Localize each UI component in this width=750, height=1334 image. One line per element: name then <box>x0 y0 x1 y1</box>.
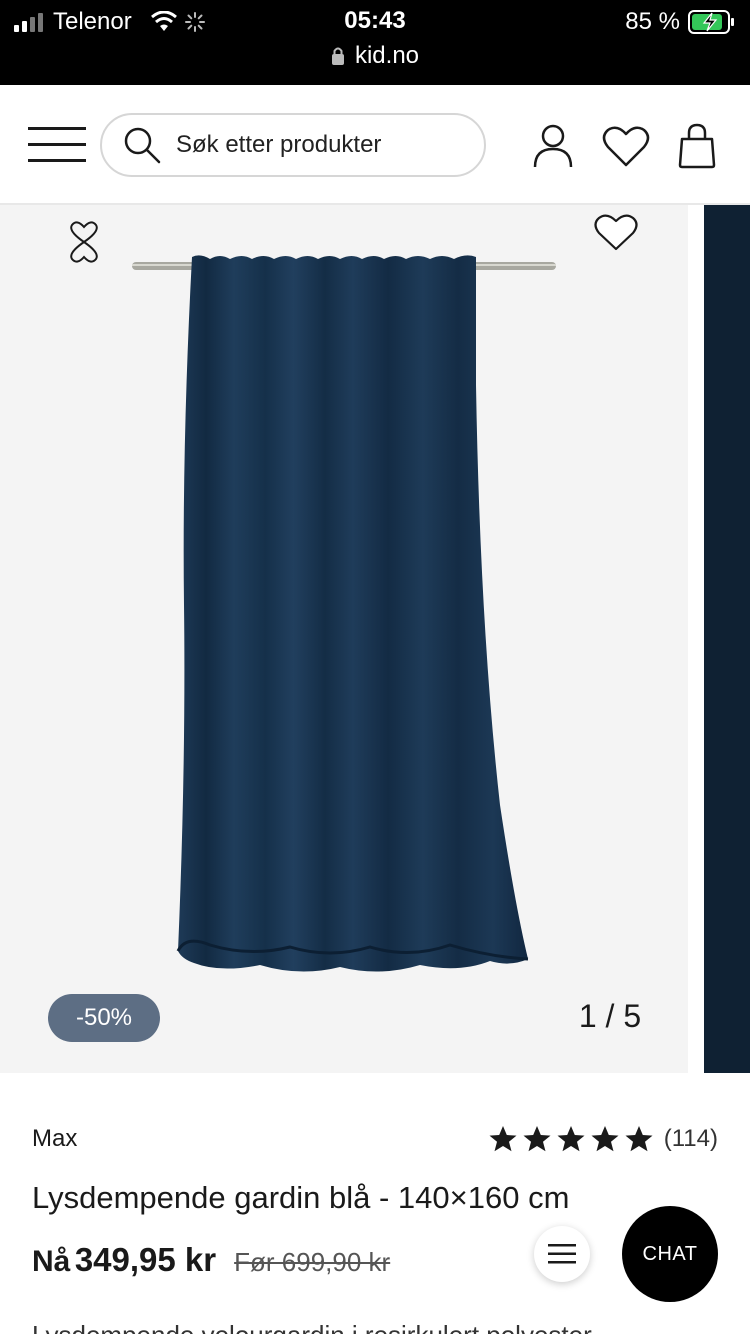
slide-counter: 1 / 5 <box>578 998 642 1034</box>
status-bar: Telenor 05:43 kid.no 85 % <box>0 0 750 85</box>
url-text: kid.no <box>354 42 420 69</box>
price-now-label: Nå <box>32 1245 71 1278</box>
product-description: Lysdempende velourgardin i resirkulert p… <box>32 1320 592 1334</box>
price-row: Nå 349,95 kr Før 699,90 kr <box>32 1241 390 1279</box>
discount-badge: -50% <box>48 994 160 1042</box>
site-header: Søk etter produkter <box>0 85 750 205</box>
account-icon[interactable] <box>532 123 574 169</box>
review-count: (114) <box>663 1125 718 1152</box>
floating-menu-button[interactable] <box>534 1226 590 1282</box>
price-before: Før 699,90 kr <box>234 1247 391 1277</box>
address-bar[interactable]: kid.no <box>0 42 750 70</box>
wishlist-heart-icon[interactable] <box>602 125 650 167</box>
brand-logo-icon <box>70 221 98 263</box>
lock-icon <box>331 47 344 65</box>
star-icon <box>489 1126 517 1152</box>
star-icon <box>557 1126 585 1152</box>
favorite-heart-icon[interactable] <box>594 213 638 251</box>
product-title: Lysdempende gardin blå - 140×160 cm <box>32 1180 570 1215</box>
battery-percent: 85 % <box>625 8 680 35</box>
star-icon <box>523 1126 551 1152</box>
status-right: 85 % <box>625 8 736 36</box>
hamburger-menu-icon[interactable] <box>28 127 86 163</box>
product-brand[interactable]: Max <box>32 1125 77 1153</box>
product-rating[interactable]: (114) <box>488 1124 718 1154</box>
gallery-slide-current[interactable]: -50% 1 / 5 <box>0 205 688 1073</box>
shopping-bag-icon[interactable] <box>676 123 718 169</box>
star-icon <box>591 1126 619 1152</box>
gallery-slide-next[interactable] <box>704 205 750 1073</box>
menu-lines-icon <box>548 1244 576 1264</box>
search-icon <box>124 127 161 164</box>
star-icon <box>625 1126 653 1152</box>
product-image-gallery[interactable]: -50% 1 / 5 <box>0 205 750 1075</box>
chat-button[interactable]: CHAT <box>622 1206 718 1302</box>
search-input[interactable]: Søk etter produkter <box>100 113 486 177</box>
curtain-product-image <box>132 255 556 972</box>
search-placeholder: Søk etter produkter <box>176 131 382 158</box>
battery-charging-icon <box>688 10 734 34</box>
price-now: 349,95 kr <box>74 1241 217 1278</box>
